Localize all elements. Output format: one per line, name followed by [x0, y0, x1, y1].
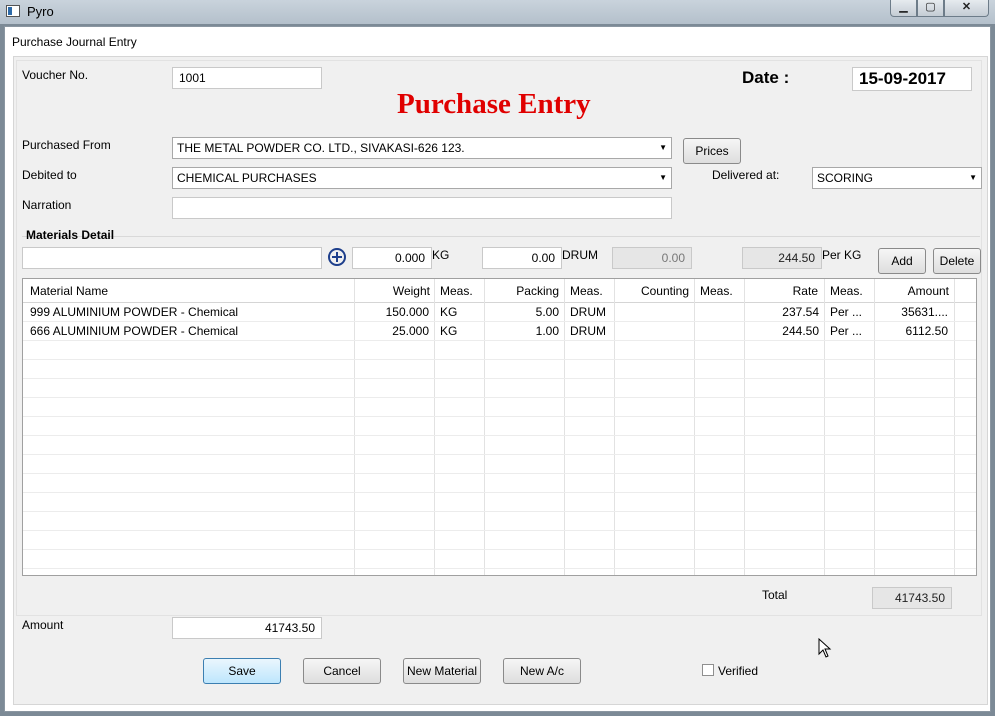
- amount-label: Amount: [22, 618, 64, 632]
- table-cell-weight[interactable]: 25.000: [354, 324, 429, 338]
- weight-input[interactable]: 0.000: [352, 247, 432, 269]
- rate-unit-label: Per KG: [822, 248, 862, 262]
- prices-button[interactable]: Prices: [683, 138, 741, 164]
- column-header-counting-meas[interactable]: Meas.: [700, 284, 733, 298]
- materials-group-title: Materials Detail: [26, 228, 115, 242]
- purchased-from-value: THE METAL POWDER CO. LTD., SIVAKASI-626 …: [177, 141, 465, 155]
- table-cell-rate[interactable]: 237.54: [744, 305, 819, 319]
- table-cell-material[interactable]: 999 ALUMINIUM POWDER - Chemical: [30, 305, 350, 319]
- column-divider: [614, 279, 615, 575]
- column-divider: [694, 279, 695, 575]
- delivered-at-select[interactable]: SCORING ▼: [812, 167, 982, 189]
- table-cell-rate-meas[interactable]: Per ...: [830, 324, 862, 338]
- column-header-packing[interactable]: Packing: [484, 284, 559, 298]
- packing-input[interactable]: 0.00: [482, 247, 562, 269]
- maximize-button[interactable]: ▢: [917, 0, 944, 17]
- column-header-rate-meas[interactable]: Meas.: [830, 284, 863, 298]
- column-header-amount[interactable]: Amount: [874, 284, 949, 298]
- column-divider: [434, 279, 435, 575]
- table-cell-packing[interactable]: 1.00: [484, 324, 559, 338]
- add-material-icon[interactable]: [328, 248, 346, 266]
- table-cell-material[interactable]: 666 ALUMINIUM POWDER - Chemical: [30, 324, 350, 338]
- debited-to-value: CHEMICAL PURCHASES: [177, 171, 317, 185]
- verified-label: Verified: [718, 664, 759, 678]
- mouse-pointer-icon: [818, 638, 832, 658]
- form-title: Purchase Journal Entry: [12, 35, 137, 49]
- table-row-line: [23, 511, 976, 512]
- table-row-line: [23, 416, 976, 417]
- save-button[interactable]: Save: [203, 658, 281, 684]
- counting-input: 0.00: [612, 247, 692, 269]
- amount-field[interactable]: 41743.50: [172, 617, 322, 639]
- table-cell-weight-meas[interactable]: KG: [440, 324, 457, 338]
- voucher-label: Voucher No.: [22, 68, 89, 82]
- delete-button[interactable]: Delete: [933, 248, 981, 274]
- table-cell-weight[interactable]: 150.000: [354, 305, 429, 319]
- weight-unit-label: KG: [432, 248, 450, 262]
- column-header-weight-meas[interactable]: Meas.: [440, 284, 473, 298]
- table-cell-packing[interactable]: 5.00: [484, 305, 559, 319]
- column-divider: [564, 279, 565, 575]
- close-button[interactable]: ✕: [944, 0, 989, 17]
- column-header-rate[interactable]: Rate: [744, 284, 818, 298]
- delivered-at-value: SCORING: [817, 171, 874, 185]
- chevron-down-icon: ▼: [659, 173, 667, 182]
- window-titlebar[interactable]: [0, 0, 995, 24]
- total-label: Total: [762, 588, 788, 602]
- table-row-line: [23, 321, 976, 322]
- column-header-counting[interactable]: Counting: [614, 284, 689, 298]
- purchased-from-select[interactable]: THE METAL POWDER CO. LTD., SIVAKASI-626 …: [172, 137, 672, 159]
- table-row-line: [23, 359, 976, 360]
- total-value: 41743.50: [872, 587, 952, 609]
- minimize-button[interactable]: ▁: [890, 0, 917, 17]
- verified-checkbox[interactable]: [702, 664, 714, 676]
- table-row-line: [23, 568, 976, 569]
- delivered-at-label: Delivered at:: [712, 168, 780, 182]
- table-row-line: [23, 549, 976, 550]
- window-title: Pyro: [27, 4, 54, 19]
- table-cell-amount[interactable]: 35631....: [874, 305, 948, 319]
- new-account-button[interactable]: New A/c: [503, 658, 581, 684]
- chevron-down-icon: ▼: [969, 173, 977, 182]
- table-cell-weight-meas[interactable]: KG: [440, 305, 457, 319]
- add-button[interactable]: Add: [878, 248, 926, 274]
- table-cell-packing-meas[interactable]: DRUM: [570, 324, 606, 338]
- table-cell-packing-meas[interactable]: DRUM: [570, 305, 606, 319]
- narration-field[interactable]: [172, 197, 672, 219]
- chevron-down-icon: ▼: [659, 143, 667, 152]
- table-cell-rate[interactable]: 244.50: [744, 324, 819, 338]
- table-row-line: [23, 492, 976, 493]
- debited-to-select[interactable]: CHEMICAL PURCHASES ▼: [172, 167, 672, 189]
- voucher-field[interactable]: 1001: [172, 67, 322, 89]
- page-heading: Purchase Entry: [397, 88, 591, 120]
- column-divider: [824, 279, 825, 575]
- column-header-material[interactable]: Material Name: [30, 284, 108, 298]
- new-material-button[interactable]: New Material: [403, 658, 481, 684]
- app-icon: [6, 5, 20, 17]
- narration-label: Narration: [22, 198, 72, 212]
- material-input[interactable]: [22, 247, 322, 269]
- rate-display: 244.50: [742, 247, 822, 269]
- column-divider: [954, 279, 955, 575]
- table-row-line: [23, 378, 976, 379]
- table-row-line: [23, 454, 976, 455]
- table-row-line: [23, 397, 976, 398]
- debited-to-label: Debited to: [22, 168, 77, 182]
- table-row-line: [23, 473, 976, 474]
- date-label: Date :: [742, 68, 790, 87]
- table-row-line: [23, 340, 976, 341]
- materials-table[interactable]: Material Name Weight Meas. Packing Meas.…: [22, 278, 977, 576]
- packing-unit-label: DRUM: [562, 248, 598, 262]
- date-field[interactable]: 15-09-2017: [852, 67, 972, 91]
- table-cell-amount[interactable]: 6112.50: [874, 324, 949, 338]
- purchased-from-label: Purchased From: [22, 138, 111, 152]
- column-header-packing-meas[interactable]: Meas.: [570, 284, 603, 298]
- table-row-line: [23, 530, 976, 531]
- column-header-weight[interactable]: Weight: [354, 284, 430, 298]
- table-cell-rate-meas[interactable]: Per ...: [830, 305, 862, 319]
- cancel-button[interactable]: Cancel: [303, 658, 381, 684]
- materials-group-border: [22, 236, 980, 237]
- table-row-line: [23, 435, 976, 436]
